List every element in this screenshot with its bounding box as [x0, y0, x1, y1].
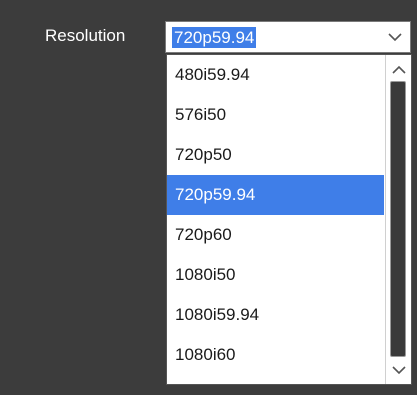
- option-1080i60[interactable]: 1080i60: [167, 335, 384, 375]
- chevron-down-icon: [391, 365, 406, 374]
- resolution-current-value[interactable]: 720p59.94: [172, 27, 257, 48]
- option-720p60[interactable]: 720p60: [167, 215, 384, 255]
- option-1080i50[interactable]: 1080i50: [167, 255, 384, 295]
- vertical-scrollbar[interactable]: [385, 55, 411, 384]
- scroll-up-button[interactable]: [388, 59, 409, 79]
- option-720p59-94[interactable]: 720p59.94: [167, 175, 384, 215]
- options-list: 480i59.94 576i50 720p50 720p59.94 720p60…: [167, 55, 384, 375]
- scroll-down-button[interactable]: [388, 360, 409, 380]
- chevron-up-icon: [391, 65, 406, 74]
- dropdown-toggle-button[interactable]: [379, 22, 410, 52]
- resolution-dropdown-list[interactable]: 480i59.94 576i50 720p50 720p59.94 720p60…: [166, 54, 412, 385]
- resolution-combobox[interactable]: 720p59.94: [165, 21, 411, 53]
- option-1080i59-94[interactable]: 1080i59.94: [167, 295, 384, 335]
- scrollbar-thumb[interactable]: [390, 81, 406, 357]
- option-480i59-94[interactable]: 480i59.94: [167, 55, 384, 95]
- option-576i50[interactable]: 576i50: [167, 95, 384, 135]
- chevron-down-icon: [387, 32, 402, 41]
- option-720p50[interactable]: 720p50: [167, 135, 384, 175]
- resolution-label: Resolution: [45, 26, 126, 45]
